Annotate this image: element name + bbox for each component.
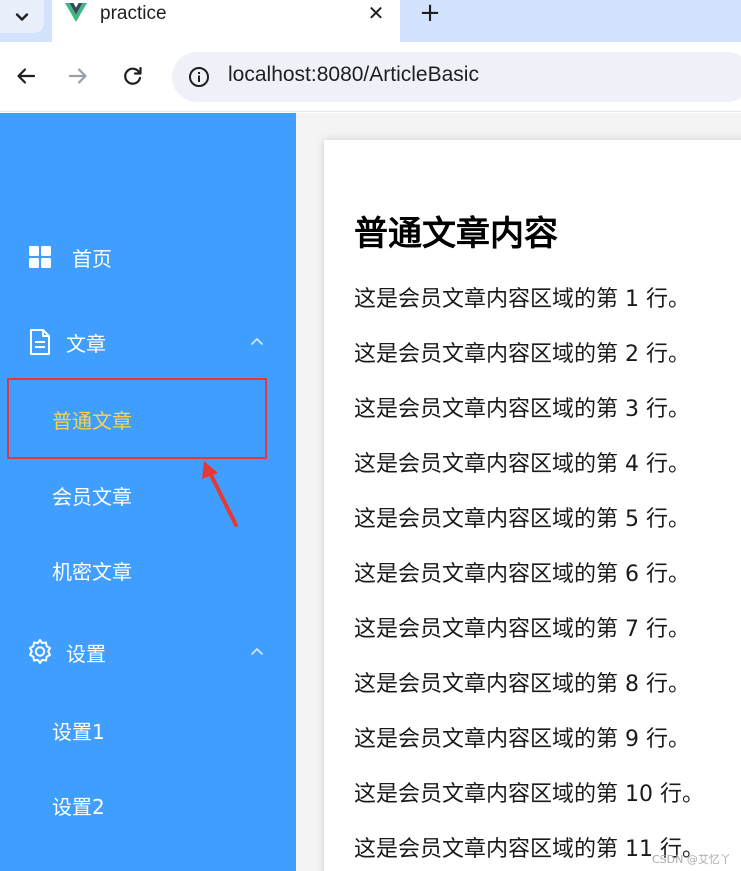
sidebar-group-articles[interactable]: 文章	[0, 314, 296, 370]
article-line: 这是会员文章内容区域的第 8 行。	[354, 672, 690, 697]
browser-tab[interactable]: practice ✕	[52, 0, 400, 42]
document-icon	[26, 328, 54, 356]
article-title: 普通文章内容	[354, 214, 558, 254]
forward-button[interactable]	[64, 62, 92, 90]
sidebar-item-label: 文章	[66, 331, 106, 356]
chevron-down-icon	[15, 12, 29, 21]
chevron-up-icon	[251, 338, 263, 345]
chevron-up-icon	[251, 648, 263, 655]
tab-list-button[interactable]	[0, 0, 44, 33]
article-line: 这是会员文章内容区域的第 10 行。	[354, 782, 704, 807]
article-line: 这是会员文章内容区域的第 4 行。	[354, 452, 690, 477]
sidebar-item-label: 会员文章	[52, 484, 132, 509]
highlight-annotation-box	[7, 378, 267, 459]
reload-button[interactable]	[119, 62, 147, 90]
article-line: 这是会员文章内容区域的第 3 行。	[354, 397, 690, 422]
back-icon	[17, 68, 36, 84]
article-line: 这是会员文章内容区域的第 2 行。	[354, 342, 690, 367]
reload-icon	[124, 66, 142, 85]
article-line: 这是会员文章内容区域的第 7 行。	[354, 617, 690, 642]
watermark-text: CSDN @艾忆丫	[652, 853, 731, 866]
sidebar-item-settings-2[interactable]: 设置2	[0, 777, 296, 833]
article-card: 普通文章内容 这是会员文章内容区域的第 1 行。 这是会员文章内容区域的第 2 …	[324, 140, 741, 871]
info-icon[interactable]	[188, 66, 210, 88]
close-tab-icon[interactable]: ✕	[364, 0, 388, 26]
grid-icon	[26, 243, 54, 271]
tab-title: practice	[100, 3, 167, 24]
sidebar-item-member-article[interactable]: 会员文章	[0, 467, 296, 523]
gear-icon	[26, 638, 54, 666]
article-line: 这是会员文章内容区域的第 9 行。	[354, 727, 690, 752]
sidebar-item-label: 首页	[72, 246, 112, 271]
tab-strip: practice ✕ +	[0, 0, 741, 42]
sidebar-item-label: 设置1	[52, 719, 105, 744]
sidebar-group-settings[interactable]: 设置	[0, 624, 296, 680]
address-bar[interactable]: localhost:8080/ArticleBasic	[172, 52, 741, 102]
sidebar-item-label: 设置2	[52, 794, 105, 819]
sidebar-item-home[interactable]: 首页	[0, 229, 296, 285]
sidebar-item-label: 机密文章	[52, 559, 132, 584]
browser-toolbar: localhost:8080/ArticleBasic	[0, 42, 741, 112]
new-tab-button[interactable]: +	[416, 0, 444, 28]
vue-logo-icon	[65, 3, 87, 22]
forward-icon	[68, 68, 87, 84]
sidebar-item-label: 设置	[66, 641, 106, 666]
sidebar-item-secret-article[interactable]: 机密文章	[0, 542, 296, 598]
article-line: 这是会员文章内容区域的第 6 行。	[354, 562, 690, 587]
article-line: 这是会员文章内容区域的第 1 行。	[354, 287, 690, 312]
article-line: 这是会员文章内容区域的第 5 行。	[354, 507, 690, 532]
sidebar-item-settings-1[interactable]: 设置1	[0, 702, 296, 758]
annotation-arrow-icon	[202, 461, 238, 527]
sidebar-menu: 首页 文章 普通文章 会员文章 机密文章 设置 设置1 设置2	[0, 113, 296, 871]
url-text[interactable]: localhost:8080/ArticleBasic	[228, 63, 479, 87]
back-button[interactable]	[12, 62, 40, 90]
